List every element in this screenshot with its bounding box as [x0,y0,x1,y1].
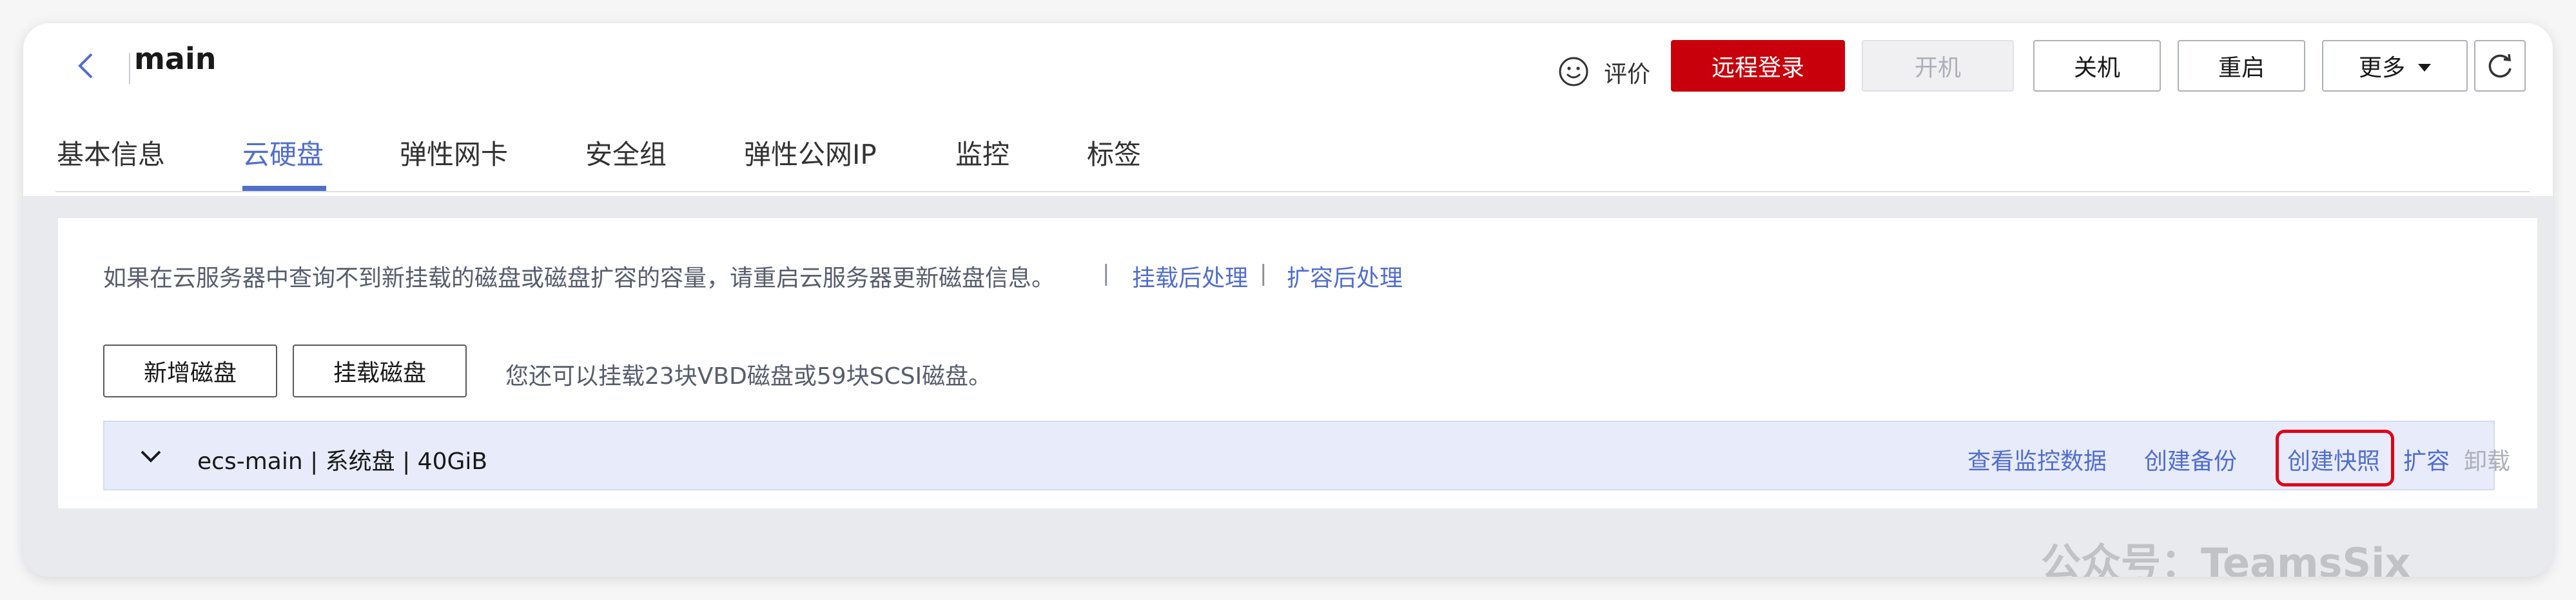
separator: | [1260,261,1267,286]
rate-label[interactable]: 评价 [1604,55,1650,89]
add-disk-button[interactable]: 新增磁盘 [103,345,277,397]
restart-button[interactable]: 重启 [2178,40,2305,92]
tab-bar: 基本信息 云硬盘 弹性网卡 安全组 弹性公网IP 监控 标签 [23,114,2553,196]
title-divider [129,53,130,84]
separator: | [1102,261,1110,286]
header: main 评价 远程登录 开机 关机 重启 更多 基本信息 云硬盘 弹性网卡 安… [23,23,2553,196]
tab-network-card[interactable]: 弹性网卡 [400,133,508,172]
post-expand-link[interactable]: 扩容后处理 [1287,259,1403,293]
more-label: 更多 [2358,55,2405,81]
tabs-divider [55,191,2530,192]
tab-monitoring[interactable]: 监控 [955,133,1010,172]
disk-name: ecs-main | 系统盘 | 40GiB [197,448,488,475]
tab-tags[interactable]: 标签 [1087,133,1141,172]
active-tab-indicator [242,186,326,191]
disk-panel: 如果在云服务器中查询不到新挂载的磁盘或磁盘扩容的容量，请重启云服务器更新磁盘信息… [58,218,2537,508]
create-backup-link[interactable]: 创建备份 [2144,443,2237,476]
expand-link[interactable]: 扩容 [2403,443,2450,476]
power-on-button[interactable]: 开机 [1862,40,2014,92]
attach-disk-button[interactable]: 挂载磁盘 [293,345,467,397]
console-window: main 评价 远程登录 开机 关机 重启 更多 基本信息 云硬盘 弹性网卡 安… [23,23,2553,577]
detach-link[interactable]: 卸载 [2464,443,2510,476]
remote-login-button[interactable]: 远程登录 [1671,40,1845,92]
back-arrow-icon[interactable] [73,46,99,85]
disk-row[interactable]: ecs-main | 系统盘 | 40GiB 查看监控数据 创建备份 创建快照 … [103,421,2510,490]
tab-cloud-disk[interactable]: 云硬盘 [242,133,324,172]
smiley-icon[interactable] [1557,55,1590,88]
power-off-button[interactable]: 关机 [2033,40,2161,92]
tab-elastic-ip[interactable]: 弹性公网IP [744,133,877,172]
refresh-button[interactable] [2474,40,2526,92]
attach-hint: 您还可以挂载23块VBD磁盘或59块SCSI磁盘。 [505,363,992,390]
tab-basic-info[interactable]: 基本信息 [57,133,165,172]
tab-security-group[interactable]: 安全组 [585,133,667,172]
view-monitoring-link[interactable]: 查看监控数据 [1967,443,2107,476]
notice-text: 如果在云服务器中查询不到新挂载的磁盘或磁盘扩容的容量，请重启云服务器更新磁盘信息… [103,265,1055,292]
watermark: 公众号：TeamsSix [2041,539,2411,577]
more-dropdown[interactable]: 更多 [2322,40,2468,92]
refresh-icon [2488,54,2512,78]
post-attach-link[interactable]: 挂载后处理 [1132,259,1248,293]
snapshot-highlight-box [2276,430,2394,486]
chevron-down-icon[interactable] [138,444,164,470]
caret-down-icon [2418,64,2431,72]
page-title: main [134,41,217,76]
